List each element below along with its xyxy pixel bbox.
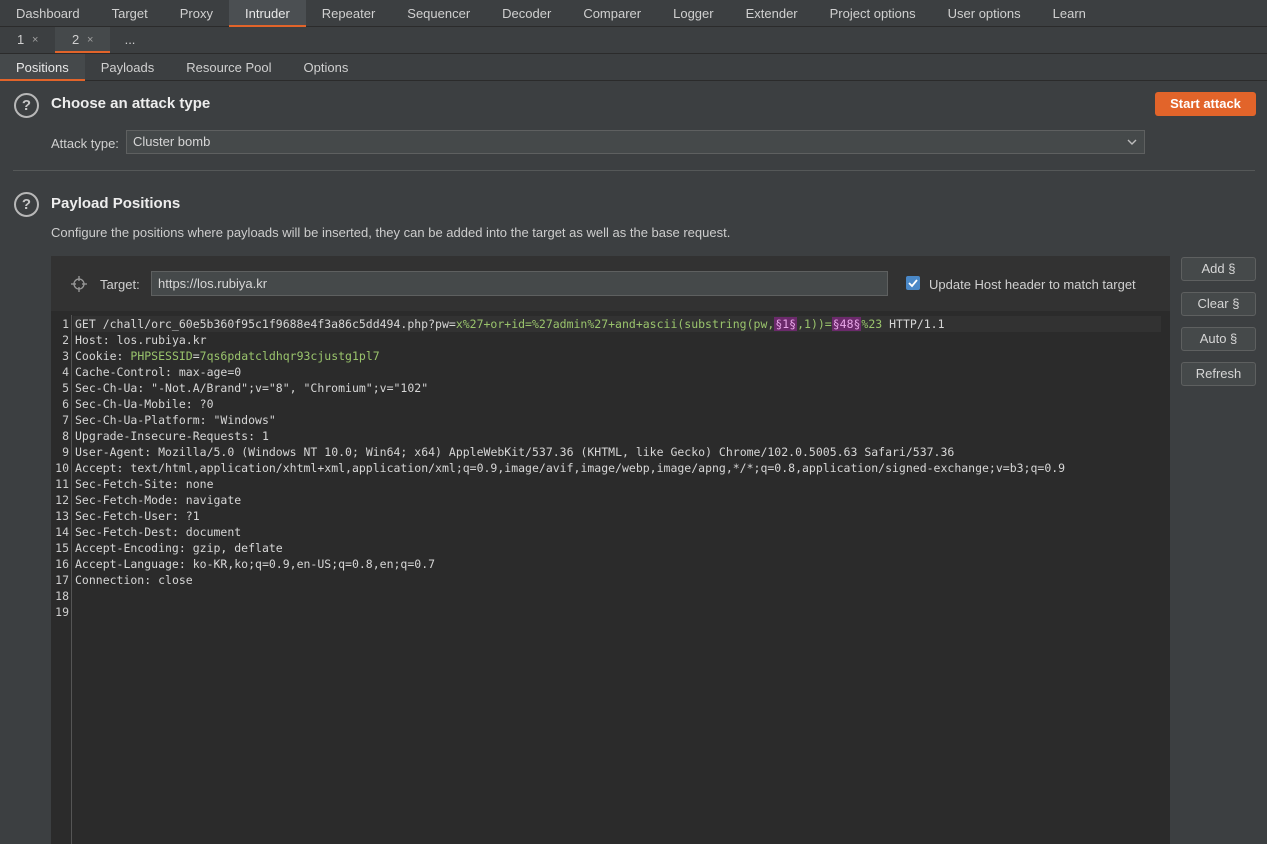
line-number: 12: [55, 493, 69, 507]
line-number: 19: [55, 605, 69, 619]
tab-proxy[interactable]: Proxy: [164, 0, 229, 27]
chevron-down-icon: [1127, 139, 1137, 145]
payload-marker: §48§: [831, 317, 862, 331]
line-number: 9: [62, 445, 69, 459]
line-number: 1: [62, 317, 69, 331]
line-number: 15: [55, 541, 69, 555]
tab-target[interactable]: Target: [96, 0, 164, 27]
tab-user-options[interactable]: User options: [932, 0, 1037, 27]
attack-type-value: Cluster bomb: [133, 134, 211, 149]
attack-tab-label: 2: [72, 32, 80, 47]
tab-comparer[interactable]: Comparer: [567, 0, 657, 27]
payload-positions-heading: Payload Positions: [51, 195, 181, 212]
tab-payloads[interactable]: Payloads: [85, 54, 170, 81]
crosshair-icon: [71, 276, 87, 292]
line-number: 7: [62, 413, 69, 427]
header-line[interactable]: Accept-Encoding: gzip, deflate: [75, 540, 283, 556]
close-icon[interactable]: ×: [87, 27, 93, 53]
line-number: 11: [55, 477, 69, 491]
header-line[interactable]: Sec-Ch-Ua-Mobile: ?0: [75, 396, 214, 412]
line-number: 8: [62, 429, 69, 443]
request-line[interactable]: GET /chall/orc_60e5b360f95c1f9688e4f3a86…: [75, 316, 945, 332]
tab-dashboard[interactable]: Dashboard: [0, 0, 96, 27]
header-line[interactable]: Accept-Language: ko-KR,ko;q=0.9,en-US;q=…: [75, 556, 435, 572]
auto-markers-button[interactable]: Auto §: [1181, 327, 1256, 351]
attack-type-heading: Choose an attack type: [51, 95, 211, 112]
payload-marker: §1§: [774, 317, 798, 331]
update-host-checkbox[interactable]: [906, 276, 920, 290]
clear-markers-button[interactable]: Clear §: [1181, 292, 1256, 316]
tab-repeater[interactable]: Repeater: [306, 0, 391, 27]
tab-intruder[interactable]: Intruder: [228, 0, 306, 27]
help-icon[interactable]: ?: [14, 192, 39, 217]
header-line[interactable]: Connection: close: [75, 572, 193, 588]
header-line[interactable]: Host: los.rubiya.kr: [75, 332, 207, 348]
line-number: 14: [55, 525, 69, 539]
tab-project-options[interactable]: Project options: [814, 0, 932, 27]
tab-decoder[interactable]: Decoder: [486, 0, 567, 27]
close-icon[interactable]: ×: [32, 27, 38, 53]
line-number: 13: [55, 509, 69, 523]
line-number: 6: [62, 397, 69, 411]
line-number: 2: [62, 333, 69, 347]
section-divider: [13, 170, 1255, 171]
header-line[interactable]: User-Agent: Mozilla/5.0 (Windows NT 10.0…: [75, 444, 954, 460]
attack-tab-2[interactable]: 2 ×: [55, 27, 110, 53]
tab-positions[interactable]: Positions: [0, 54, 85, 81]
line-number: 10: [55, 461, 69, 475]
attack-type-label: Attack type:: [51, 136, 119, 151]
main-tab-bar: Dashboard Target Proxy Intruder Repeater…: [0, 0, 1267, 27]
tab-resource-pool[interactable]: Resource Pool: [170, 54, 287, 81]
line-number: 18: [55, 589, 69, 603]
line-number: 3: [62, 349, 69, 363]
attack-type-select[interactable]: Cluster bomb: [126, 130, 1145, 154]
line-number: 17: [55, 573, 69, 587]
update-host-label: Update Host header to match target: [929, 277, 1136, 292]
add-marker-button[interactable]: Add §: [1181, 257, 1256, 281]
header-line[interactable]: Sec-Fetch-Site: none: [75, 476, 214, 492]
new-tab-button[interactable]: ...: [110, 27, 150, 53]
line-number: 5: [62, 381, 69, 395]
attack-tab-1[interactable]: 1 ×: [0, 27, 55, 53]
header-line[interactable]: Sec-Ch-Ua: "-Not.A/Brand";v="8", "Chromi…: [75, 380, 428, 396]
header-line[interactable]: Sec-Fetch-Mode: navigate: [75, 492, 241, 508]
tab-options[interactable]: Options: [288, 54, 365, 81]
tab-extender[interactable]: Extender: [730, 0, 814, 27]
header-line[interactable]: Sec-Fetch-Dest: document: [75, 524, 241, 540]
tab-logger[interactable]: Logger: [657, 0, 729, 27]
header-line[interactable]: Sec-Fetch-User: ?1: [75, 508, 200, 524]
help-icon[interactable]: ?: [14, 93, 39, 118]
tab-sequencer[interactable]: Sequencer: [391, 0, 486, 27]
header-line[interactable]: Upgrade-Insecure-Requests: 1: [75, 428, 269, 444]
header-line[interactable]: Cache-Control: max-age=0: [75, 364, 241, 380]
cookie-line[interactable]: Cookie: PHPSESSID=7qs6pdatcldhqr93cjustg…: [75, 348, 380, 364]
target-label: Target:: [100, 277, 140, 292]
header-line[interactable]: Accept: text/html,application/xhtml+xml,…: [75, 460, 1065, 476]
header-line[interactable]: Sec-Ch-Ua-Platform: "Windows": [75, 412, 276, 428]
attack-tab-bar: 1 × 2 × ...: [0, 27, 1267, 54]
tab-learn[interactable]: Learn: [1037, 0, 1102, 27]
line-number: 16: [55, 557, 69, 571]
line-number: 4: [62, 365, 69, 379]
target-url-input[interactable]: https://los.rubiya.kr: [151, 271, 888, 296]
refresh-button[interactable]: Refresh: [1181, 362, 1256, 386]
intruder-panel-tabs: Positions Payloads Resource Pool Options: [0, 54, 1267, 81]
check-icon: [908, 279, 918, 288]
attack-tab-label: 1: [17, 32, 25, 47]
start-attack-button[interactable]: Start attack: [1155, 92, 1256, 116]
payload-positions-description: Configure the positions where payloads w…: [51, 225, 731, 240]
